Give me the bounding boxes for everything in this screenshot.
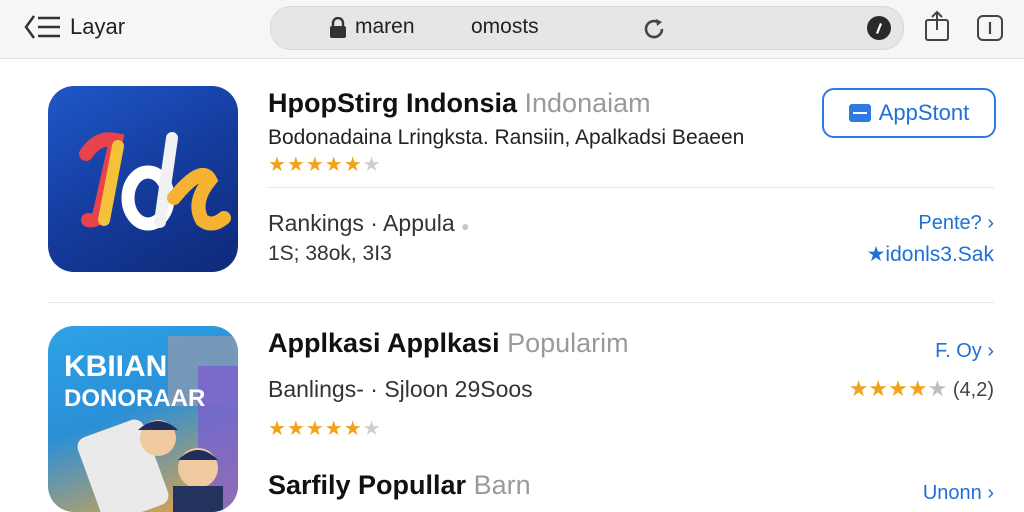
address-host: maren bbox=[355, 15, 415, 38]
tabs-icon[interactable] bbox=[976, 10, 1004, 42]
app-icon-2[interactable]: KBIIAN DONORAAR bbox=[48, 326, 238, 512]
back-button[interactable]: Layar bbox=[24, 12, 125, 42]
list-back-icon bbox=[24, 15, 60, 39]
divider bbox=[48, 302, 994, 303]
app-icon-1[interactable] bbox=[48, 86, 238, 272]
divider bbox=[268, 187, 994, 188]
reload-icon[interactable] bbox=[641, 16, 667, 42]
share-icon[interactable] bbox=[924, 10, 950, 42]
svg-text:KBIIAN: KBIIAN bbox=[64, 350, 167, 383]
address-bar[interactable]: maren omosts bbox=[270, 6, 904, 50]
app-link-top[interactable]: F. Oy › bbox=[935, 340, 994, 363]
app-store-icon bbox=[848, 104, 871, 122]
app-rankings-value: 1S; 38ok, 3I3 bbox=[268, 242, 392, 265]
app-title[interactable]: Sarfily Popullar Barn bbox=[268, 470, 531, 501]
app-title[interactable]: HpopStirg Indonsia Indonaiam bbox=[268, 88, 651, 119]
app-link-bottom[interactable]: ★idonls3.Sak bbox=[867, 242, 994, 267]
app-rankings-label: Rankings · Appula ● bbox=[268, 210, 470, 236]
app-logo-icon bbox=[79, 132, 231, 231]
app-rankings-label: Banlings- · Sjloon 29Soos bbox=[268, 376, 533, 402]
app-title[interactable]: Applkasi Applkasi Popularim bbox=[268, 328, 629, 359]
address-path: omosts bbox=[471, 15, 539, 38]
app-rating-stars: ★★★★★★ bbox=[268, 418, 382, 440]
back-label: Layar bbox=[70, 14, 126, 39]
svg-text:DONORAAR: DONORAAR bbox=[64, 385, 205, 412]
app-illustration-icon: KBIIAN DONORAAR bbox=[64, 336, 238, 512]
browser-toolbar: Layar maren omosts bbox=[0, 0, 1024, 59]
appstore-button-label: AppStont bbox=[878, 100, 970, 125]
app-link-top[interactable]: Unonn › bbox=[923, 482, 994, 505]
extension-badge-icon[interactable] bbox=[867, 16, 891, 40]
app-link-top[interactable]: Pente? › bbox=[918, 212, 994, 235]
lock-icon bbox=[330, 17, 346, 38]
app-rating-stars: ★★★★★★ bbox=[268, 154, 382, 176]
app-subtitle: Bodonadaina Lringksta. Ransiin, Apalkads… bbox=[268, 126, 745, 149]
app-right-rating: ★★★★★ (4,2) bbox=[848, 376, 994, 401]
appstore-button[interactable]: AppStont bbox=[822, 88, 996, 138]
